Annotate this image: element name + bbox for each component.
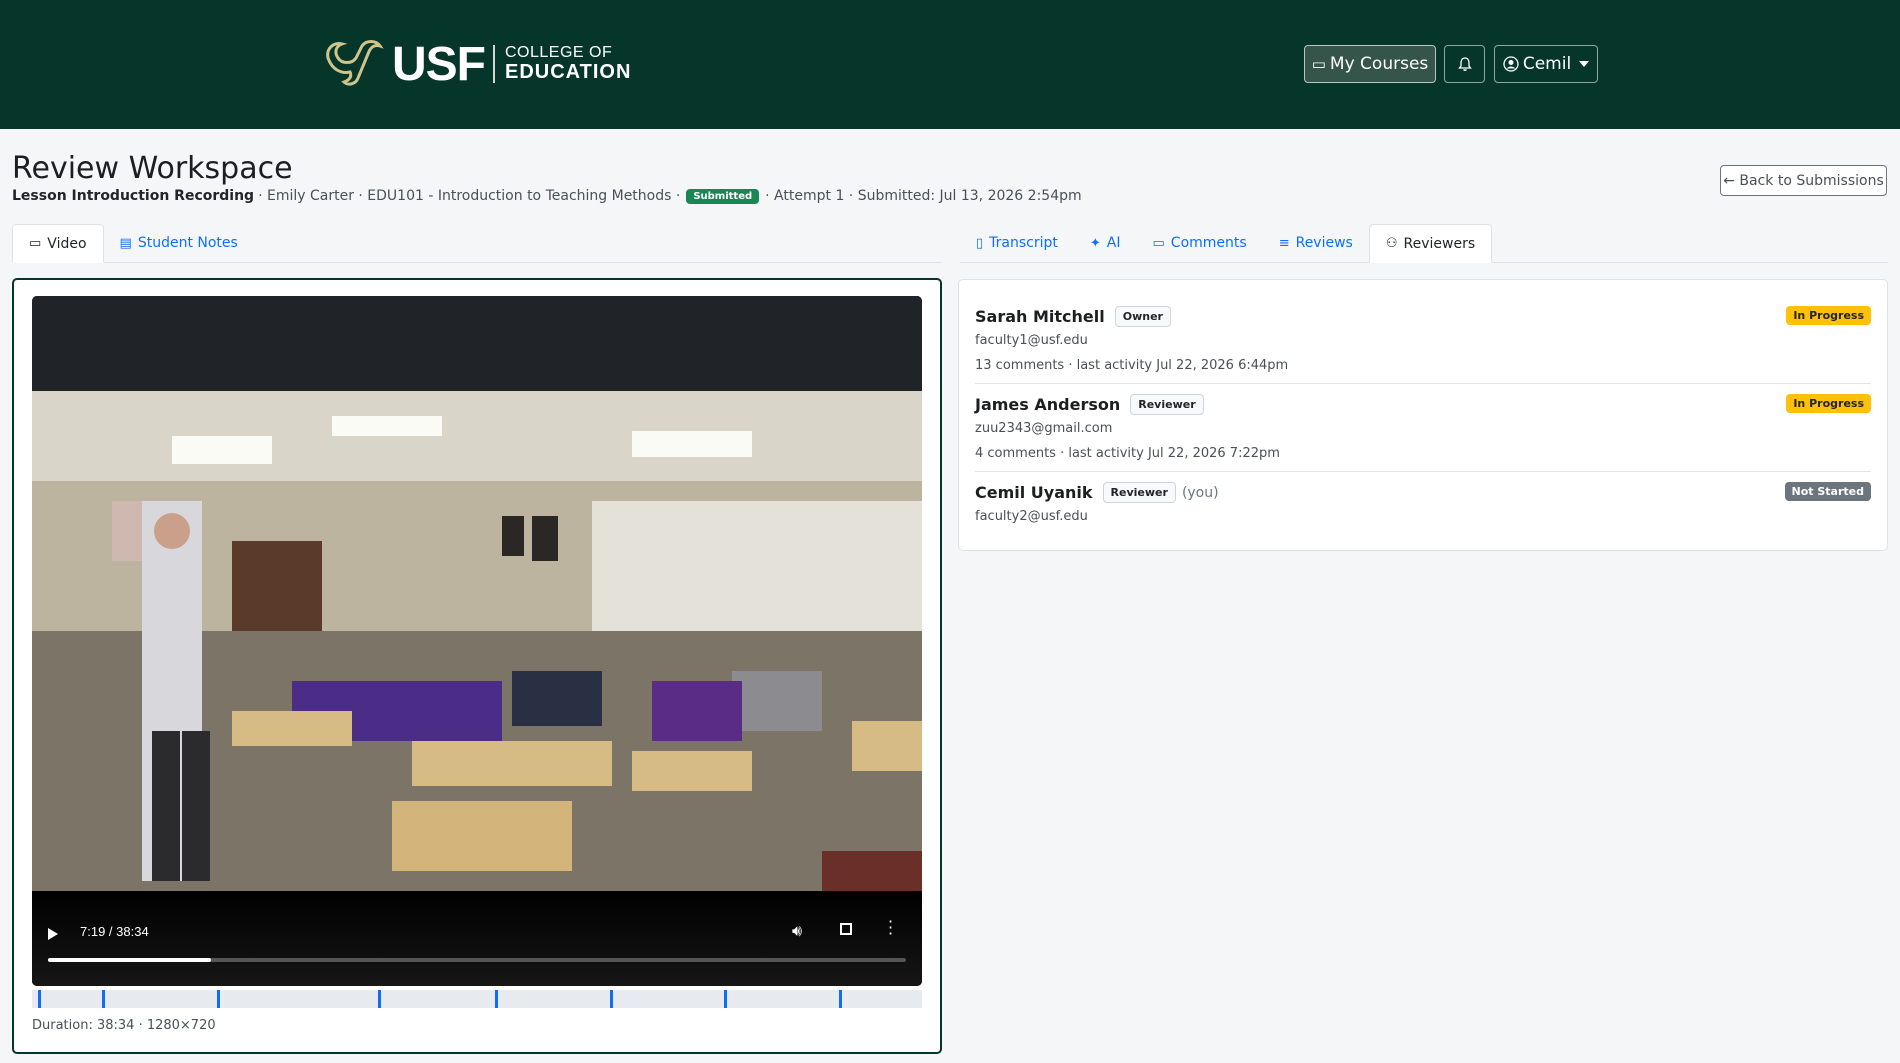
user-circle-icon xyxy=(1503,56,1519,72)
logo-divider xyxy=(493,45,495,83)
tab-ai-label: AI xyxy=(1106,235,1121,251)
reviewer-name: Cemil Uyanik xyxy=(975,483,1093,502)
my-courses-label: My Courses xyxy=(1329,54,1429,74)
volume-icon[interactable]: 🔊︎ xyxy=(792,921,802,941)
tab-reviewers-label: Reviewers xyxy=(1403,235,1476,252)
play-icon[interactable] xyxy=(48,928,58,940)
role-badge: Reviewer xyxy=(1102,482,1176,503)
tab-reviews[interactable]: ≡ Reviews xyxy=(1263,224,1369,262)
tab-comments-label: Comments xyxy=(1170,235,1247,251)
notes-icon: ▤ xyxy=(119,235,132,251)
video-seek-fill xyxy=(48,958,212,962)
list-icon: ≡ xyxy=(1278,235,1290,251)
tab-video-label: Video xyxy=(47,235,87,252)
logo-usf-text: USF xyxy=(392,37,486,91)
more-options-icon[interactable]: · · · xyxy=(888,914,893,942)
tab-reviews-label: Reviews xyxy=(1295,235,1353,251)
bull-horns-icon xyxy=(326,40,384,86)
back-to-submissions-button[interactable]: ← Back to Submissions xyxy=(1720,165,1887,196)
video-letterbox xyxy=(32,296,922,391)
briefcase-icon: ▭ xyxy=(1311,55,1326,73)
tab-reviewers[interactable]: ⚇ Reviewers xyxy=(1368,224,1493,263)
comment-marker[interactable] xyxy=(378,990,382,1008)
reviewer-email: faculty1@usf.edu xyxy=(975,333,1088,348)
comment-marker[interactable] xyxy=(724,990,728,1008)
video-icon: ▭ xyxy=(29,236,42,251)
reviewer-name-row: James Anderson Reviewer xyxy=(975,394,1871,415)
top-navbar: USF COLLEGE OF EDUCATION ▭ My Courses Ce… xyxy=(0,0,1900,129)
reviewer-name-row: Sarah Mitchell Owner xyxy=(975,306,1871,327)
submission-name: Lesson Introduction Recording xyxy=(12,188,255,204)
media-tabs: ▭ Video ▤ Student Notes xyxy=(12,224,942,263)
reviewer-email: faculty2@usf.edu xyxy=(975,509,1088,524)
video-controls: 7:19 / 38:34 🔊︎ · · · xyxy=(32,891,922,986)
reviewer-activity: 4 comments · last activity Jul 22, 2026 … xyxy=(975,446,1280,461)
tab-transcript[interactable]: ▯ Transcript xyxy=(960,224,1074,262)
people-icon: ⚇ xyxy=(1385,236,1398,251)
role-badge: Reviewer xyxy=(1130,394,1204,415)
comment-marker[interactable] xyxy=(217,990,221,1008)
reviewer-name-row: Cemil Uyanik Reviewer (you) xyxy=(975,482,1871,503)
video-seek-bar[interactable] xyxy=(48,958,906,962)
transcript-icon: ▯ xyxy=(976,235,984,251)
logo-college-line1: COLLEGE OF xyxy=(505,44,613,62)
notifications-button[interactable] xyxy=(1444,45,1485,83)
video-duration: Duration: 38:34 · 1280×720 xyxy=(32,1018,216,1033)
user-menu-label: Cemil xyxy=(1522,54,1572,74)
status-badge: In Progress xyxy=(1786,394,1871,413)
review-tabs: ▯ Transcript ✦ AI ▭ Comments ≡ Reviews ⚇… xyxy=(960,224,1888,263)
user-menu-button[interactable]: Cemil xyxy=(1494,45,1598,83)
bell-icon xyxy=(1457,57,1472,71)
reviewer-activity: 13 comments · last activity Jul 22, 2026… xyxy=(975,358,1289,373)
reviewer-email: zuu2343@gmail.com xyxy=(975,421,1113,436)
chevron-down-icon xyxy=(1579,61,1590,67)
tab-comments[interactable]: ▭ Comments xyxy=(1137,224,1263,262)
fullscreen-icon[interactable] xyxy=(840,923,852,935)
tab-transcript-label: Transcript xyxy=(989,235,1058,251)
you-label: (you) xyxy=(1181,484,1219,501)
tab-student-notes[interactable]: ▤ Student Notes xyxy=(104,224,254,262)
tab-ai[interactable]: ✦ AI xyxy=(1074,224,1137,262)
my-courses-button[interactable]: ▭ My Courses xyxy=(1304,45,1436,83)
reviewer-item: James Anderson Reviewer zuu2343@gmail.co… xyxy=(975,394,1871,461)
attempt-text: · Attempt 1 · Submitted: Jul 13, 2026 2:… xyxy=(765,188,1082,204)
status-badge: Not Started xyxy=(1784,482,1871,501)
reviewer-name: Sarah Mitchell xyxy=(975,307,1105,326)
comment-marker[interactable] xyxy=(102,990,106,1008)
status-badge: Submitted xyxy=(686,188,760,204)
submission-meta: Lesson Introduction Recording · Emily Ca… xyxy=(12,188,1082,204)
comment-marker[interactable] xyxy=(609,990,613,1008)
comment-marker-timeline[interactable] xyxy=(32,990,922,1008)
tab-video[interactable]: ▭ Video xyxy=(12,224,104,263)
sparkle-icon: ✦ xyxy=(1089,235,1101,251)
video-player[interactable]: 7:19 / 38:34 🔊︎ · · · xyxy=(32,296,922,986)
reviewer-item: Cemil Uyanik Reviewer (you) faculty2@usf… xyxy=(975,482,1871,524)
status-badge: In Progress xyxy=(1786,306,1871,325)
comment-marker[interactable] xyxy=(494,990,498,1008)
role-badge: Owner xyxy=(1114,306,1171,327)
video-time: 7:19 / 38:34 xyxy=(80,924,149,939)
logo-college-line2: EDUCATION xyxy=(505,60,632,83)
reviewers-panel: Sarah Mitchell Owner faculty1@usf.edu 13… xyxy=(958,279,1888,551)
comment-marker[interactable] xyxy=(38,990,42,1008)
page-title: Review Workspace xyxy=(12,151,293,186)
usf-logo[interactable]: USF COLLEGE OF EDUCATION xyxy=(322,37,632,91)
reviewer-name: James Anderson xyxy=(975,395,1121,414)
comments-icon: ▭ xyxy=(1152,235,1165,251)
divider xyxy=(975,471,1871,472)
divider xyxy=(975,383,1871,384)
comment-marker[interactable] xyxy=(839,990,843,1008)
tab-student-notes-label: Student Notes xyxy=(137,235,238,251)
classroom-video-frame xyxy=(32,391,922,891)
student-course-text: · Emily Carter · EDU101 - Introduction t… xyxy=(258,188,681,204)
reviewer-item: Sarah Mitchell Owner faculty1@usf.edu 13… xyxy=(975,306,1871,373)
logo-college-text: COLLEGE OF EDUCATION xyxy=(505,44,632,83)
